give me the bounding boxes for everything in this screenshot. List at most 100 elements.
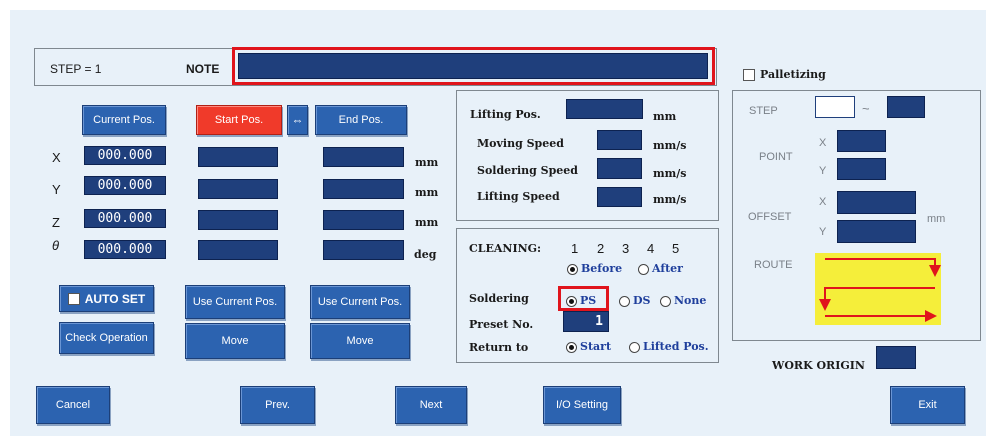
point-y-field[interactable]: [837, 158, 886, 180]
lifting-pos-unit: mm: [653, 110, 677, 123]
cleaning-number-5[interactable]: 5: [672, 241, 679, 256]
cleaning-after-option[interactable]: After: [638, 262, 683, 275]
unit-theta: deg: [414, 248, 437, 261]
axis-label-x: X: [52, 150, 61, 165]
lifting-pos-field[interactable]: [566, 99, 643, 119]
return-lifted-option[interactable]: Lifted Pos.: [629, 340, 709, 353]
io-setting-button[interactable]: I/O Setting: [543, 386, 621, 424]
move-end-button[interactable]: Move: [310, 323, 410, 359]
axis-label-y: Y: [52, 182, 61, 197]
offset-y-field[interactable]: [837, 220, 916, 243]
pallet-step-label: STEP: [749, 105, 778, 117]
unit-x: mm: [415, 156, 439, 169]
lifted-label: Lifted Pos.: [643, 340, 709, 353]
cleaning-label: CLEANING:: [469, 242, 542, 255]
cleaning-number-4[interactable]: 4: [647, 241, 654, 256]
end-pos-button[interactable]: End Pos.: [315, 105, 407, 135]
lifting-speed-label: Lifting Speed: [477, 190, 560, 203]
work-origin-label: WORK ORIGIN: [772, 359, 865, 372]
move-start-button[interactable]: Move: [185, 323, 285, 359]
note-label: NOTE: [186, 62, 220, 76]
work-origin-field[interactable]: [876, 346, 916, 369]
return-start-option[interactable]: Start: [566, 340, 611, 353]
offset-x-field[interactable]: [837, 191, 916, 214]
pallet-step-tilde: ~: [862, 101, 870, 116]
unit-z: mm: [415, 216, 439, 229]
cleaning-number-2[interactable]: 2: [597, 241, 604, 256]
current-x-field[interactable]: 000.000: [84, 146, 166, 165]
palletizing-checkbox[interactable]: [743, 69, 755, 81]
lifting-pos-label: Lifting Pos.: [470, 108, 541, 121]
moving-speed-unit: mm/s: [653, 139, 687, 152]
cleaning-number-1[interactable]: 1: [571, 241, 578, 256]
check-operation-button[interactable]: Check Operation: [59, 322, 154, 354]
preset-label: Preset No.: [469, 318, 534, 331]
offset-unit: mm: [927, 213, 946, 225]
swap-button[interactable]: ⇔: [287, 105, 308, 135]
start-radio[interactable]: [566, 341, 577, 353]
next-button[interactable]: Next: [395, 386, 467, 424]
auto-set-button[interactable]: AUTO SET: [59, 285, 154, 312]
preset-field[interactable]: 1: [563, 311, 609, 332]
after-radio[interactable]: [638, 263, 649, 275]
soldering-ds-option[interactable]: DS: [619, 294, 650, 307]
none-label: None: [674, 294, 707, 307]
current-z-field[interactable]: 000.000: [84, 209, 166, 228]
before-label: Before: [581, 262, 623, 275]
start-pos-button[interactable]: Start Pos.: [196, 105, 282, 135]
cleaning-number-3[interactable]: 3: [622, 241, 629, 256]
route-diagram[interactable]: [815, 253, 941, 325]
step-label: STEP = 1: [50, 62, 102, 76]
offset-label: OFFSET: [748, 211, 792, 223]
use-current-end-button[interactable]: Use Current Pos.: [310, 285, 410, 319]
cancel-button[interactable]: Cancel: [36, 386, 110, 424]
axis-label-z: Z: [52, 215, 60, 230]
soldering-none-option[interactable]: None: [660, 294, 706, 307]
unit-y: mm: [415, 186, 439, 199]
point-x-field[interactable]: [837, 130, 886, 152]
lifting-speed-field[interactable]: [597, 187, 642, 207]
pallet-step-from-field[interactable]: [815, 96, 855, 118]
end-z-field[interactable]: [323, 210, 404, 230]
exit-button[interactable]: Exit: [890, 386, 965, 424]
prev-button[interactable]: Prev.: [240, 386, 315, 424]
start-y-field[interactable]: [198, 179, 278, 199]
end-y-field[interactable]: [323, 179, 404, 199]
point-x-label: X: [819, 137, 827, 149]
setup-screen: STEP = 1 NOTE Current Pos. Start Pos. ⇔ …: [10, 10, 986, 436]
cleaning-before-option[interactable]: Before: [567, 262, 622, 275]
current-theta-field[interactable]: 000.000: [84, 240, 166, 259]
lifting-speed-unit: mm/s: [653, 193, 687, 206]
after-label: After: [652, 262, 683, 275]
return-to-label: Return to: [469, 341, 529, 354]
auto-set-checkbox[interactable]: [67, 292, 80, 305]
ds-radio[interactable]: [619, 295, 630, 307]
moving-speed-field[interactable]: [597, 130, 642, 150]
pallet-step-to-field[interactable]: [887, 96, 925, 118]
soldering-label: Soldering: [469, 292, 529, 305]
offset-x-label: X: [819, 196, 827, 208]
before-radio[interactable]: [567, 263, 578, 275]
palletizing-option[interactable]: Palletizing: [743, 68, 826, 81]
soldering-speed-field[interactable]: [597, 158, 642, 179]
current-pos-button[interactable]: Current Pos.: [82, 105, 166, 135]
use-current-start-button[interactable]: Use Current Pos.: [185, 285, 285, 319]
end-theta-field[interactable]: [323, 240, 404, 260]
note-highlight: [232, 47, 715, 85]
start-x-field[interactable]: [198, 147, 278, 167]
route-arrows-icon: [819, 258, 941, 322]
auto-set-label: AUTO SET: [84, 291, 146, 306]
current-y-field[interactable]: 000.000: [84, 176, 166, 195]
none-radio[interactable]: [660, 295, 671, 307]
start-z-field[interactable]: [198, 210, 278, 230]
lifted-radio[interactable]: [629, 341, 640, 353]
moving-speed-label: Moving Speed: [477, 137, 564, 150]
axis-label-theta: θ: [52, 238, 60, 253]
end-x-field[interactable]: [323, 147, 404, 167]
soldering-speed-label: Soldering Speed: [477, 164, 578, 177]
start-theta-field[interactable]: [198, 240, 278, 260]
point-label: POINT: [759, 151, 793, 163]
palletizing-label: Palletizing: [760, 68, 826, 81]
ds-label: DS: [633, 294, 651, 307]
route-label: ROUTE: [754, 259, 793, 271]
